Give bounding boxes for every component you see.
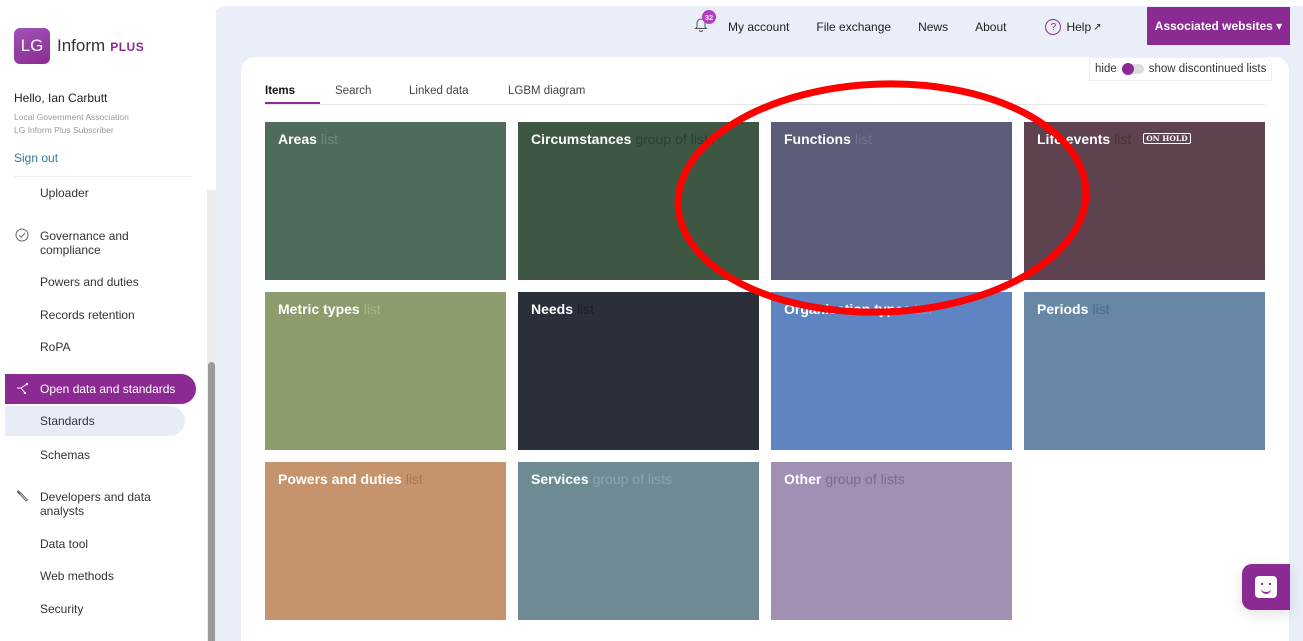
tile-kind: list (1114, 131, 1132, 147)
wrench-icon (15, 489, 29, 506)
tab-bar: Items Search Linked data LGBM diagram (265, 82, 1265, 105)
tile-title: Periods (1037, 301, 1089, 317)
sidebar-item-web-methods[interactable]: Web methods (40, 569, 190, 583)
logo[interactable]: LG Inform PLUS (14, 28, 144, 64)
help-label: Help (1066, 20, 1092, 34)
tile-services[interactable]: Services group of lists (518, 462, 759, 620)
user-greeting: Hello, Ian Carbutt (14, 91, 108, 105)
sidebar-item-powers-and-duties[interactable]: Powers and duties (40, 275, 190, 289)
tab-linked-data[interactable]: Linked data (409, 85, 468, 97)
external-link-icon: ↗ (1093, 21, 1102, 33)
tile-kind: group of lists (635, 131, 715, 147)
tile-title: Needs (531, 301, 574, 317)
notification-count-badge: 32 (702, 10, 716, 24)
tile-title: Metric types (278, 301, 360, 317)
nav-link-about[interactable]: About (975, 20, 1006, 34)
tile-title: Circumstances (531, 131, 632, 147)
tile-title: Life events (1037, 131, 1111, 147)
sidebar-item-standards[interactable]: Standards (5, 406, 185, 436)
toggle-switch[interactable] (1121, 63, 1144, 75)
user-organisation: Local Government Association (14, 112, 129, 122)
sidebar-item-uploader[interactable]: Uploader (40, 186, 190, 200)
tab-search[interactable]: Search (335, 85, 371, 97)
sidebar-item-governance[interactable]: Governance and compliance (40, 229, 190, 257)
sidebar-scrollbar-thumb[interactable] (208, 362, 215, 641)
sidebar-item-open-data[interactable]: Open data and standards (5, 374, 196, 404)
tile-needs[interactable]: Needs list (518, 292, 759, 450)
user-org-info: Local Government Association LG Inform P… (14, 111, 129, 137)
tab-lgbm-diagram[interactable]: LGBM diagram (508, 85, 585, 97)
tile-kind: list (363, 301, 381, 317)
tile-areas[interactable]: Areas list (265, 122, 506, 280)
help-link[interactable]: ? Help ↗ (1045, 19, 1102, 35)
nav-link-my-account[interactable]: My account (728, 20, 789, 34)
sidebar-item-developers[interactable]: Developers and data analysts (40, 490, 190, 518)
tile-circumstances[interactable]: Circumstances group of lists (518, 122, 759, 280)
active-tab-indicator (265, 102, 320, 104)
tile-title: Functions (784, 131, 851, 147)
chat-button[interactable] (1242, 564, 1290, 610)
tile-powers-and-duties[interactable]: Powers and duties list (265, 462, 506, 620)
tile-organisation-types[interactable]: Organisation types list (771, 292, 1012, 450)
sidebar-item-records-retention[interactable]: Records retention (40, 308, 190, 322)
user-role: LG Inform Plus Subscriber (14, 125, 114, 135)
sidebar-item-label: Open data and standards (40, 382, 176, 396)
tile-title: Powers and duties (278, 471, 402, 487)
tile-functions[interactable]: Functions list (771, 122, 1012, 280)
tile-kind: list (914, 301, 932, 317)
notifications-button[interactable]: 32 (690, 10, 716, 38)
toggle-label-show: show discontinued lists (1148, 63, 1267, 75)
tile-kind: list (405, 471, 423, 487)
logo-badge: LG (14, 28, 50, 64)
network-icon (5, 382, 40, 397)
sidebar-divider (14, 176, 192, 177)
on-hold-badge: ON HOLD (1143, 133, 1191, 144)
tile-kind: list (854, 131, 873, 147)
toggle-knob (1121, 63, 1134, 75)
check-circle-icon (15, 228, 29, 245)
help-icon: ? (1045, 19, 1062, 35)
tile-kind: list (1092, 301, 1110, 317)
tile-kind: group of lists (825, 471, 905, 487)
tile-kind: group of lists (592, 471, 672, 487)
tile-life-events[interactable]: Life events list ON HOLD (1024, 122, 1265, 280)
nav-link-file-exchange[interactable]: File exchange (816, 20, 891, 34)
tile-title: Areas (278, 131, 317, 147)
tile-kind: list (577, 301, 595, 317)
tile-title: Services (531, 471, 589, 487)
brand-name: Inform (57, 36, 106, 55)
toggle-label-hide: hide (1095, 63, 1117, 75)
tile-other[interactable]: Other group of lists (771, 462, 1012, 620)
top-navigation: 32 My account File exchange News About ?… (690, 8, 1102, 46)
tile-title: Organisation types (784, 301, 911, 317)
smiley-icon (1255, 576, 1277, 598)
associated-websites-dropdown[interactable]: Associated websites ▾ (1147, 7, 1290, 45)
sign-out-link[interactable]: Sign out (14, 151, 58, 165)
logo-text: Inform PLUS (57, 36, 144, 56)
tile-metric-types[interactable]: Metric types list (265, 292, 506, 450)
brand-suffix: PLUS (110, 40, 145, 54)
sidebar-item-schemas[interactable]: Schemas (40, 448, 190, 462)
sidebar-item-data-tool[interactable]: Data tool (40, 537, 190, 551)
nav-link-news[interactable]: News (918, 20, 948, 34)
sidebar-item-label: Standards (40, 414, 95, 428)
tile-title: Other (784, 471, 822, 487)
tile-kind: list (320, 131, 339, 147)
sidebar-item-security[interactable]: Security (40, 602, 190, 616)
tile-periods[interactable]: Periods list (1024, 292, 1265, 450)
tab-items[interactable]: Items (265, 85, 295, 97)
sidebar: LG Inform PLUS Hello, Ian Carbutt Local G… (0, 0, 216, 641)
sidebar-item-ropa[interactable]: RoPA (40, 340, 190, 354)
discontinued-lists-toggle[interactable]: hide show discontinued lists (1089, 57, 1272, 81)
